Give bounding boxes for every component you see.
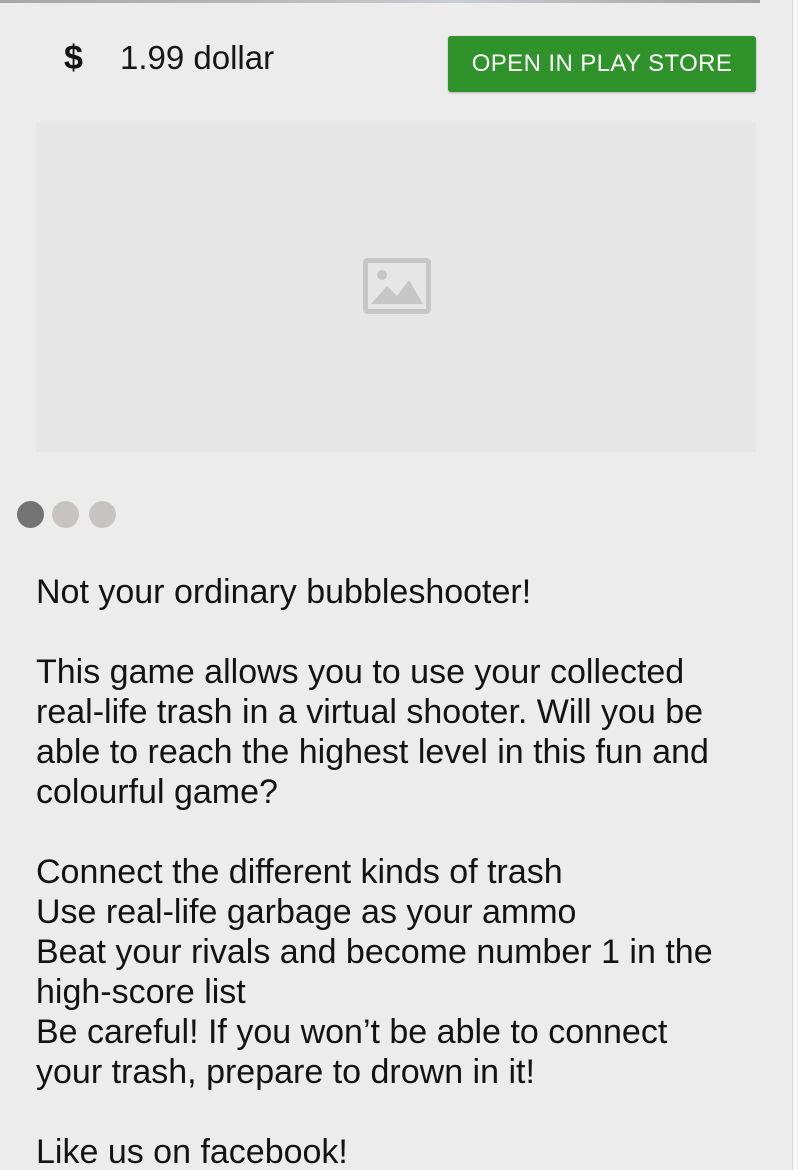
description-line: colourful game?	[36, 773, 278, 811]
dollar-sign-icon: $	[64, 39, 83, 77]
description-tagline: Not your ordinary bubbleshooter!	[36, 573, 532, 611]
description-closing: Like us on facebook!	[36, 1133, 348, 1170]
pager-dot-1[interactable]	[17, 501, 44, 528]
open-in-play-store-button[interactable]: OPEN IN PLAY STORE	[448, 36, 756, 92]
scroll-edge	[792, 0, 798, 1170]
feature-line: Use real-life garbage as your ammo	[36, 893, 577, 931]
screenshot-carousel[interactable]	[36, 122, 756, 452]
pager-dot-2[interactable]	[52, 501, 79, 528]
carousel-pager	[17, 501, 127, 529]
feature-line: Connect the different kinds of trash	[36, 853, 563, 891]
feature-line: Be careful! If you won’t be able to conn…	[36, 1013, 668, 1051]
description-line: able to reach the highest level in this …	[36, 733, 709, 771]
app-description: Not your ordinary bubbleshooter! This ga…	[36, 572, 756, 1170]
feature-line: high-score list	[36, 973, 246, 1011]
feature-line: your trash, prepare to drown in it!	[36, 1053, 535, 1091]
price-label: 1.99 dollar	[120, 39, 275, 76]
app-detail-page: $ 1.99 dollar OPEN IN PLAY STORE Not you…	[0, 0, 798, 1170]
image-placeholder-icon	[363, 258, 431, 314]
previous-content-strip	[0, 0, 760, 3]
feature-line: Beat your rivals and become number 1 in …	[36, 933, 713, 971]
description-line: real-life trash in a virtual shooter. Wi…	[36, 693, 704, 731]
pager-dot-3[interactable]	[89, 501, 116, 528]
description-line: This game allows you to use your collect…	[36, 653, 685, 691]
price-row: $ 1.99 dollar OPEN IN PLAY STORE	[0, 36, 798, 92]
